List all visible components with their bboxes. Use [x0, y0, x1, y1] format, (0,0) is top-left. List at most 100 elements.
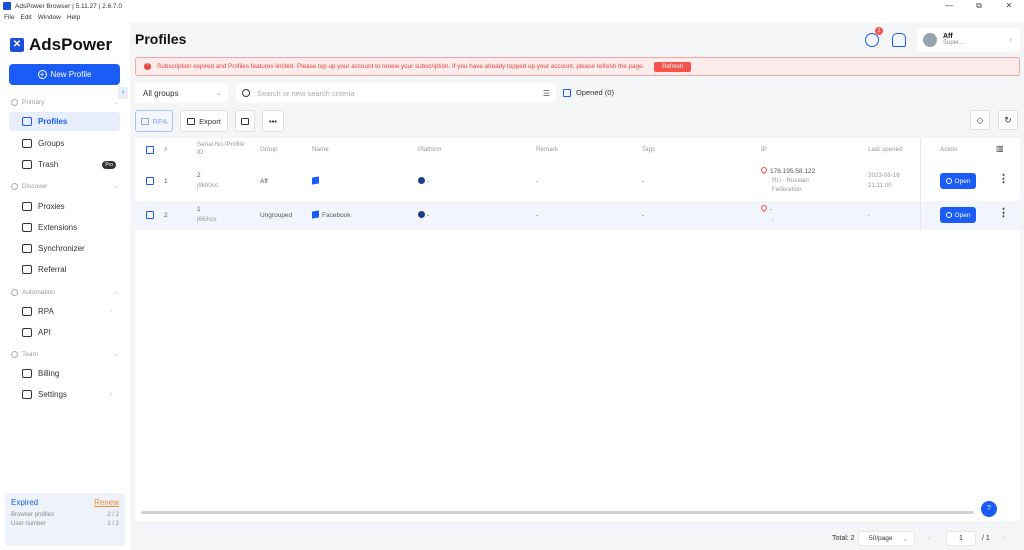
delete-button[interactable] [235, 110, 255, 132]
sidebar-item-api[interactable]: API [9, 323, 120, 342]
row-num: 1 [164, 178, 168, 185]
robot-icon [140, 117, 149, 125]
row-last-opened-date: - [868, 212, 871, 219]
close-button[interactable]: ✕ [994, 0, 1024, 12]
row-more-icon[interactable]: ⋮ [998, 206, 1009, 219]
search-icon [242, 89, 250, 97]
menu-window[interactable]: Window [38, 14, 61, 21]
renew-link[interactable]: Renew [94, 498, 119, 507]
sidebar-item-label: Referral [38, 265, 67, 274]
section-discover[interactable]: Discover ⌄ [11, 183, 119, 190]
total-count: Total: 2 [832, 535, 855, 542]
section-primary[interactable]: Primary ⌄ [11, 99, 119, 106]
team-icon [11, 351, 18, 358]
section-automation[interactable]: Automation ⌄ [11, 289, 119, 296]
sidebar-item-trash[interactable]: Trash Pro [9, 155, 120, 174]
opened-filter[interactable]: Opened (0) [563, 88, 614, 97]
help-chat-icon[interactable]: ? [981, 501, 997, 517]
section-primary-label: Primary [22, 99, 45, 106]
new-profile-label: New Profile [50, 70, 92, 79]
sidebar-item-synchronizer[interactable]: Synchronizer [9, 239, 120, 258]
prev-page-icon[interactable]: ‹ [928, 534, 931, 543]
rpa-button[interactable]: RPA [135, 110, 173, 132]
maximize-button[interactable]: ⧉ [964, 0, 994, 12]
plan-status-box: Expired Renew Browser profiles 2 / 2 Use… [5, 493, 125, 546]
row-tags: - [642, 212, 645, 219]
user-menu[interactable]: Aff Super... › [917, 28, 1020, 51]
export-button[interactable]: Export [180, 110, 228, 132]
filter-icon[interactable]: ☰ [543, 89, 550, 98]
row-checkbox[interactable] [146, 211, 154, 219]
sidebar-item-groups[interactable]: Groups [9, 134, 120, 153]
col-tags: Tags [642, 146, 656, 153]
sidebar-item-label: Billing [38, 369, 60, 378]
page-input[interactable]: 1 [946, 531, 976, 546]
chevron-right-icon: › [1009, 35, 1012, 44]
browser-icon [945, 178, 952, 184]
user-number-label: User number [11, 521, 46, 527]
col-serial: Serial No./Profile ID [197, 141, 245, 156]
row-more-icon[interactable]: ⋮ [998, 172, 1009, 185]
robot-icon [22, 307, 32, 316]
row-num: 2 [164, 212, 168, 219]
row-group: Aff [260, 178, 268, 185]
open-button[interactable]: Open [940, 173, 976, 189]
group-select[interactable]: All groups ⌄ [135, 83, 228, 103]
open-button[interactable]: Open [940, 207, 976, 223]
sidebar-item-profiles[interactable]: Profiles [9, 112, 120, 131]
chevron-down-icon: ⌄ [113, 352, 119, 358]
section-automation-label: Automation [22, 289, 55, 296]
tag-icon[interactable]: ◇ [970, 110, 990, 130]
select-all-checkbox[interactable] [146, 146, 154, 154]
menu-help[interactable]: Help [67, 14, 80, 21]
per-page-select[interactable]: 50/page ⌄ [858, 531, 915, 546]
row-profile-id: j9kb0cc [197, 182, 218, 189]
section-team[interactable]: Team ⌄ [11, 351, 119, 358]
refresh-icon[interactable]: ↻ [998, 110, 1018, 130]
group-select-value: All groups [143, 88, 179, 98]
avatar [923, 32, 937, 47]
row-name: Facebook [312, 210, 351, 220]
menu-file[interactable]: File [4, 14, 14, 21]
horizontal-scrollbar[interactable] [141, 511, 974, 514]
sidebar-item-referral[interactable]: Referral [9, 260, 120, 279]
table-row[interactable]: 1 2 j9kb0cc Aff - - - 176.195.58.122 RU … [135, 165, 1020, 196]
title-bar: AdsPower Browser | 5.11.27 | 2.6.7.0 — ⧉… [0, 0, 1024, 12]
rpa-label: RPA [152, 116, 168, 126]
sidebar-item-settings[interactable]: Settings › [9, 385, 120, 404]
row-ip-country: - [772, 216, 775, 223]
table-row[interactable]: 2 1 j66ihox Ungrouped Facebook - - - - -… [135, 201, 1020, 230]
logo: ✕ AdsPower [10, 35, 112, 55]
sidebar-item-label: API [38, 328, 51, 337]
refresh-button[interactable]: Refresh [654, 61, 692, 72]
banner-text: Subscription expired and Profiles featur… [157, 63, 645, 70]
bell-icon[interactable] [892, 33, 906, 47]
proxies-icon [22, 202, 32, 211]
table-header: # Serial No./Profile ID Group Name Platf… [135, 138, 1020, 162]
sidebar-item-proxies[interactable]: Proxies [9, 197, 120, 216]
minimize-button[interactable]: — [934, 0, 964, 12]
sidebar-item-rpa[interactable]: RPA › [9, 302, 120, 321]
upload-icon [187, 117, 196, 125]
columns-settings-icon[interactable]: ▥ [996, 145, 1004, 153]
opened-checkbox[interactable] [563, 88, 571, 97]
next-page-icon[interactable]: › [1003, 534, 1006, 543]
section-team-label: Team [22, 351, 38, 358]
row-ip: 176.195.58.122 [759, 165, 815, 176]
sidebar-item-extensions[interactable]: Extensions [9, 218, 120, 237]
row-platform: - [418, 211, 429, 220]
user-number-value: 1 / 2 [107, 521, 119, 527]
col-group: Group [260, 146, 278, 153]
sidebar-item-label: Proxies [38, 202, 65, 211]
collapse-sidebar-button[interactable]: ‹ [118, 87, 128, 99]
menu-edit[interactable]: Edit [20, 14, 31, 21]
search-input[interactable]: Search or new search criteria ☰ [236, 83, 556, 103]
row-checkbox[interactable] [146, 177, 154, 185]
new-profile-button[interactable]: + New Profile [9, 64, 120, 85]
more-button[interactable]: ••• [262, 110, 284, 132]
row-serial: 2 [197, 172, 201, 179]
settings-icon [22, 390, 32, 399]
sidebar-item-billing[interactable]: Billing [9, 364, 120, 383]
col-num: # [164, 146, 168, 153]
message-icon[interactable] [865, 33, 879, 47]
